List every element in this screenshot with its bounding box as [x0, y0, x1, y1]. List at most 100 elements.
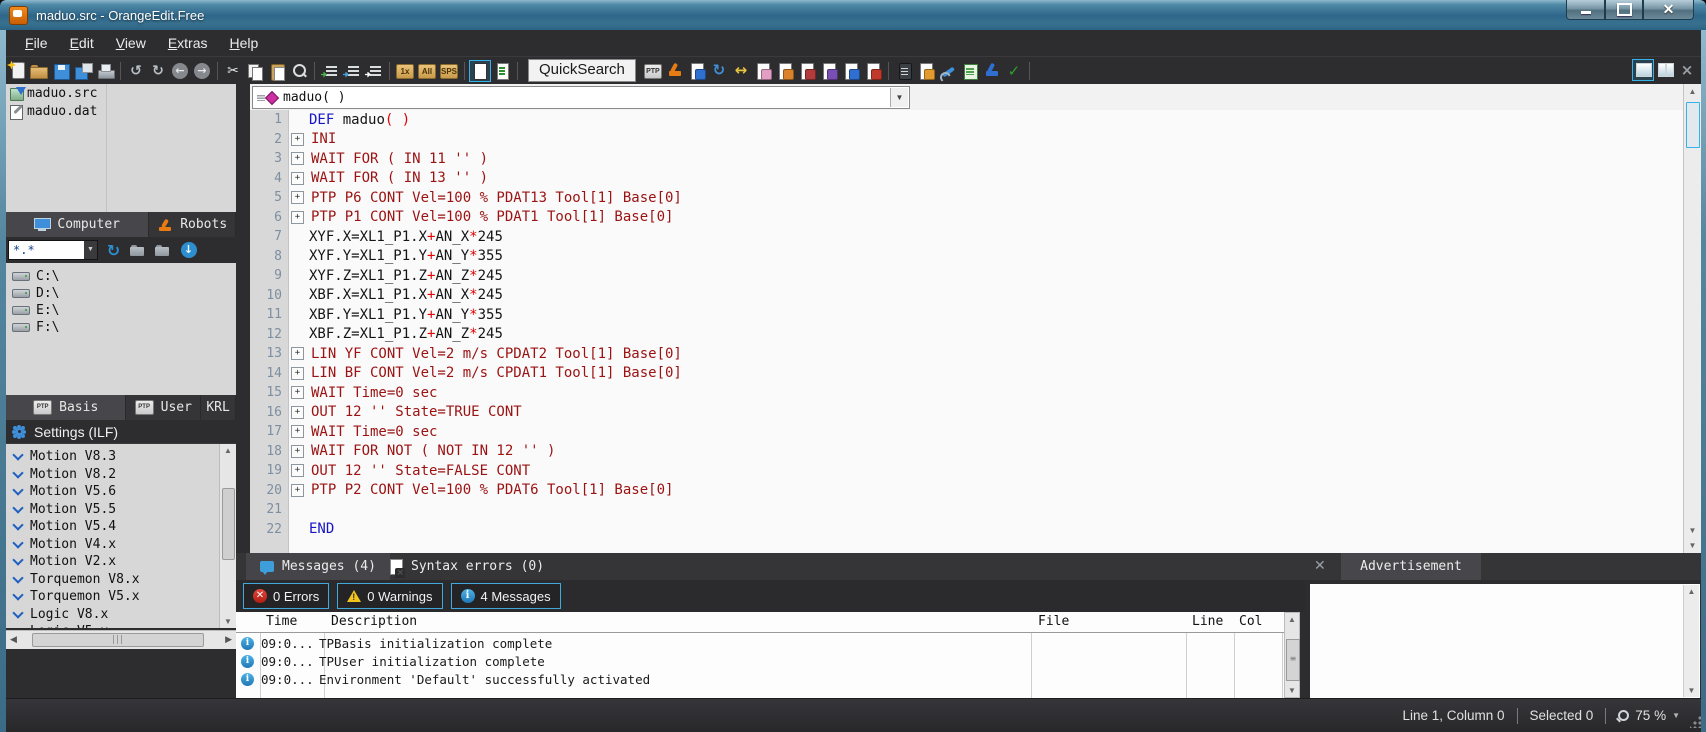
drive-item[interactable]: F:\ [6, 319, 236, 336]
insert-ptp-icon[interactable]: PTP [643, 61, 663, 81]
fold-marker-icon[interactable]: + [291, 445, 304, 458]
notepad-icon[interactable] [960, 61, 980, 81]
drive-item[interactable]: C:\ [6, 268, 236, 285]
ilf-item[interactable]: Motion V5.5 [6, 501, 236, 519]
copy-icon[interactable] [245, 61, 265, 81]
single-view-icon[interactable] [470, 61, 490, 81]
cut-icon[interactable]: ✂ [223, 61, 243, 81]
doc-lines-icon[interactable] [492, 61, 512, 81]
ilf-item[interactable]: Motion V8.2 [6, 466, 236, 484]
sidebar-horizontal-scrollbar[interactable]: ◀ ||| ▶ [6, 630, 236, 649]
quicksearch-box[interactable]: QuickSearch [528, 59, 636, 82]
print-icon[interactable] [95, 61, 115, 81]
tools-icon[interactable] [938, 61, 958, 81]
open-file-icon[interactable] [29, 61, 49, 81]
tab-computer[interactable]: Computer [6, 212, 149, 237]
table-row[interactable]: i09:0...TPUser initialization complete [236, 652, 1300, 670]
ilf-item[interactable]: Motion V5.4 [6, 518, 236, 536]
ilf-item[interactable]: Motion V8.3 [6, 448, 236, 466]
ilf-item[interactable]: Logic V5.x [6, 623, 236, 628]
messages-filter-button[interactable]: i 4 Messages [451, 583, 561, 609]
undo-icon[interactable]: ↺ [126, 61, 146, 81]
insert-edit-icon[interactable] [863, 61, 883, 81]
sync-icon[interactable]: ↻ [709, 61, 729, 81]
tab-syntax-errors[interactable]: Syntax errors (0) [376, 553, 558, 580]
fold-marker-icon[interactable]: + [291, 425, 304, 438]
format-code-icon[interactable] [320, 61, 340, 81]
tab-krl[interactable]: KRL [201, 395, 236, 420]
wizard-icon[interactable] [916, 61, 936, 81]
zoom-control[interactable]: 75 % ▼ [1618, 708, 1680, 723]
menu-view[interactable]: View [105, 32, 157, 54]
procedure-combobox[interactable]: maduo( ) ▼ [252, 86, 910, 109]
minimize-button[interactable] [1566, 0, 1605, 20]
fold-marker-icon[interactable]: + [291, 211, 304, 224]
save-all-icon[interactable] [73, 61, 93, 81]
file-filter-combobox[interactable]: *.* ▼ [8, 240, 98, 260]
maximize-button[interactable] [1605, 0, 1643, 20]
indent-icon[interactable] [342, 61, 362, 81]
chevron-down-icon[interactable]: ▼ [890, 88, 908, 107]
ilf-item[interactable]: Motion V4.x [6, 536, 236, 554]
menu-edit[interactable]: Edit [59, 32, 105, 54]
messages-scrollbar[interactable]: ▲ ≡ ▼ [1284, 612, 1300, 698]
drive-item[interactable]: E:\ [6, 302, 236, 319]
fold-marker-icon[interactable]: + [291, 191, 304, 204]
fold-marker-icon[interactable]: + [291, 406, 304, 419]
back-icon[interactable]: ← [170, 61, 190, 81]
fold-marker-icon[interactable]: + [291, 484, 304, 497]
fold-marker-icon[interactable]: + [291, 386, 304, 399]
folder-up-icon[interactable] [154, 241, 173, 260]
file-item[interactable]: maduo.dat [6, 102, 236, 120]
fold-marker-icon[interactable]: + [291, 464, 304, 477]
insert-home-icon[interactable] [797, 61, 817, 81]
forward-icon[interactable]: → [192, 61, 212, 81]
tab-messages[interactable]: Messages (4) [246, 553, 390, 580]
warnings-filter-button[interactable]: 0 Warnings [337, 583, 442, 609]
fold-marker-icon[interactable]: + [291, 347, 304, 360]
ilf-item[interactable]: Torquemon V8.x [6, 571, 236, 589]
ilf-item[interactable]: Motion V5.6 [6, 483, 236, 501]
robot-config-icon[interactable] [982, 61, 1002, 81]
ilf-scrollbar[interactable]: ▲ ▼ [219, 444, 236, 628]
menu-file[interactable]: File [14, 32, 59, 54]
chevron-down-icon[interactable]: ▼ [84, 241, 97, 259]
redo-icon[interactable]: ↻ [148, 61, 168, 81]
tab-basis[interactable]: PTPBasis [6, 395, 126, 420]
insert-cube-icon[interactable] [753, 61, 773, 81]
exchange-icon[interactable]: ↔ [731, 61, 751, 81]
refresh-icon[interactable]: ↻ [104, 241, 123, 260]
ilf-item[interactable]: Torquemon V5.x [6, 588, 236, 606]
advertisement-tab[interactable]: Advertisement [1341, 553, 1481, 580]
fold-marker-icon[interactable]: + [291, 152, 304, 165]
menu-extras[interactable]: Extras [157, 32, 219, 54]
fold-sps-icon[interactable]: SPS [439, 61, 459, 81]
file-item[interactable]: maduo.src [6, 84, 236, 102]
close-panel-icon[interactable]: × [1677, 60, 1697, 80]
calculator-icon[interactable] [894, 61, 914, 81]
errors-filter-button[interactable]: ✕ 0 Errors [243, 583, 329, 609]
fold-marker-icon[interactable]: + [291, 133, 304, 146]
menu-help[interactable]: Help [219, 32, 270, 54]
insert-move-icon[interactable] [775, 61, 795, 81]
insert-st-icon[interactable] [819, 61, 839, 81]
fold-1x-icon[interactable]: 1x [395, 61, 415, 81]
advertisement-scrollbar[interactable]: ▲ ▼ [1683, 585, 1699, 697]
insert-dat-icon[interactable] [687, 61, 707, 81]
search-icon[interactable] [289, 61, 309, 81]
fold-marker-icon[interactable]: + [291, 172, 304, 185]
fold-marker-icon[interactable]: + [291, 367, 304, 380]
save-icon[interactable] [51, 61, 71, 81]
table-row[interactable]: i09:0...TPBasis initialization complete [236, 634, 1300, 652]
close-icon[interactable]: ✕ [1314, 559, 1326, 574]
close-button[interactable]: ✕ [1643, 0, 1694, 20]
tab-user[interactable]: PTPUser [126, 395, 201, 420]
tab-robots[interactable]: Robots [149, 212, 236, 237]
check-tools-icon[interactable]: ✓ [1004, 61, 1024, 81]
single-pane-icon[interactable] [1633, 60, 1653, 80]
table-row[interactable]: i09:0...Environment 'Default' successful… [236, 670, 1300, 688]
drive-item[interactable]: D:\ [6, 285, 236, 302]
download-icon[interactable]: ↓ [181, 242, 197, 258]
insert-output-icon[interactable] [841, 61, 861, 81]
paste-icon[interactable] [267, 61, 287, 81]
